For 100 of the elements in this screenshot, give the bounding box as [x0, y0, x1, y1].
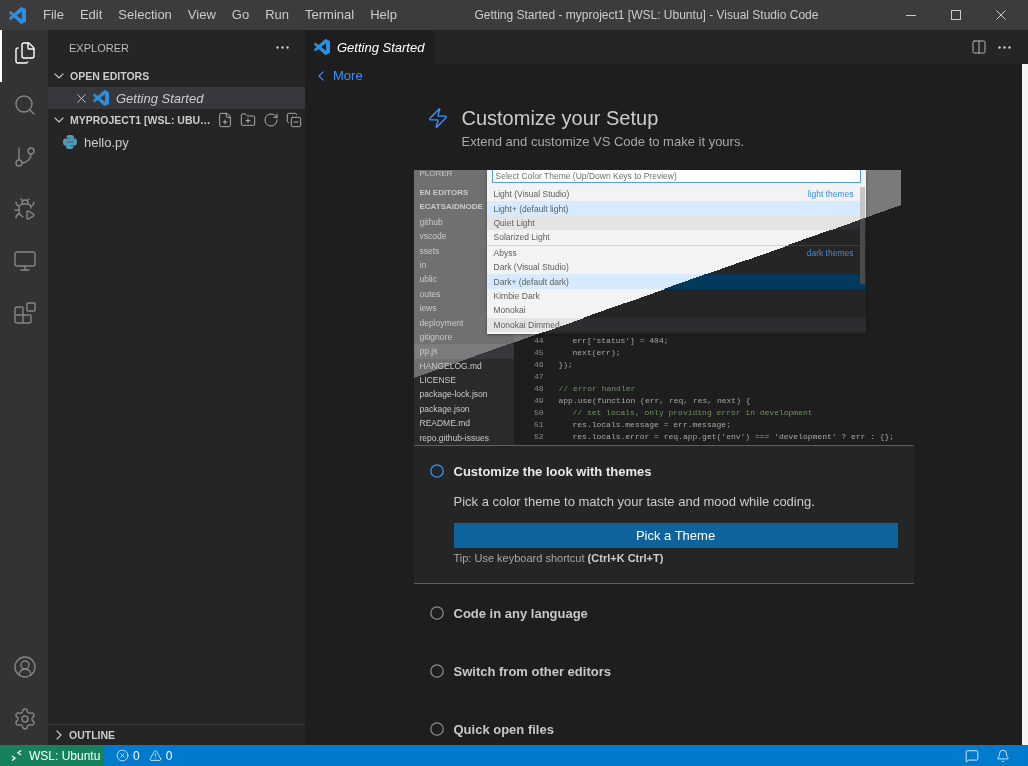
circle-icon[interactable] — [429, 464, 444, 478]
user-circle-icon[interactable] — [13, 655, 37, 679]
section-title[interactable]: OPEN EDITORS — [70, 70, 150, 82]
tree-item: HANGELOG.md — [418, 359, 482, 373]
tree-item: package-lock.json — [418, 388, 488, 402]
branch-icon[interactable] — [13, 145, 37, 169]
code-line: }); — [558, 359, 573, 371]
settings-icon[interactable] — [13, 707, 37, 731]
menu-item[interactable]: File — [35, 0, 72, 30]
remote-indicator[interactable]: WSL: Ubuntu — [0, 745, 104, 766]
step-title[interactable]: Switch from other editors — [453, 663, 611, 679]
sidebar-title: EXPLORER — [69, 41, 129, 54]
menu-item[interactable]: Run — [257, 0, 297, 30]
circle-icon[interactable] — [429, 606, 444, 620]
warning-icon — [148, 749, 162, 762]
open-editor-item[interactable]: Getting Started — [48, 87, 305, 109]
tree-item: outes — [418, 287, 441, 301]
problems-button[interactable]: 0 0 — [104, 745, 173, 766]
menu-item[interactable]: Help — [362, 0, 405, 30]
more-icon[interactable] — [276, 46, 289, 49]
tree-item: deployment — [418, 316, 464, 330]
window-title: Getting Started - myproject1 [WSL: Ubuntu] - Visual Studio Code — [474, 8, 819, 22]
tree-heading: EN EDITORS — [418, 187, 469, 199]
monitor-icon[interactable] — [13, 249, 37, 273]
tree-item[interactable]: hello.py — [48, 131, 305, 153]
tree-item: vscode — [418, 230, 447, 244]
section-title[interactable]: MYPROJECT1 [WSL: UBU… — [70, 114, 211, 126]
close-icon — [995, 10, 1006, 20]
theme-group-label: dark themes — [806, 247, 854, 258]
search-icon[interactable] — [13, 93, 37, 117]
tree-item: iews — [418, 302, 437, 316]
step-title[interactable]: Customize the look with themes — [453, 463, 652, 479]
circle-icon[interactable] — [429, 664, 444, 678]
remote-icon — [11, 750, 22, 761]
tree-item: ublic — [418, 273, 437, 287]
tree-item: LICENSE — [418, 374, 456, 388]
theme-name: Solarized Light — [493, 232, 550, 243]
chevron-left-icon — [318, 70, 324, 81]
theme-name: Quiet Light — [493, 217, 535, 228]
minimize-icon — [905, 14, 916, 16]
line-number: 46 — [532, 359, 544, 371]
tree-heading: ECATSAIDNODE — [418, 201, 483, 214]
tree-item: github — [418, 215, 443, 229]
line-number: 52 — [532, 431, 544, 443]
vscode-logo-icon — [93, 90, 109, 106]
chevron-right-icon[interactable] — [56, 730, 62, 740]
error-icon — [116, 749, 129, 762]
code-line: res.locals.error = req.app.get('env') === 'development' ? err : {}; — [572, 431, 895, 443]
editor-tab[interactable]: Getting Started — [305, 30, 435, 64]
tree-item: pp.js — [413, 344, 514, 359]
theme-group-label: light themes — [807, 189, 854, 200]
code-line: app.use(function (err, req, res, next) { — [558, 395, 751, 407]
menu-item[interactable]: Selection — [110, 0, 180, 30]
theme-name: Abyss — [493, 247, 517, 258]
code-line: next(err); — [572, 347, 621, 359]
new-folder-icon[interactable] — [239, 112, 256, 128]
menu-item[interactable]: View — [179, 0, 224, 30]
theme-search-field[interactable]: Select Color Theme (Up/Down Keys to Preview) — [491, 170, 861, 183]
tree-item: ssets — [418, 244, 440, 258]
maximize-icon — [950, 10, 961, 20]
section-title[interactable]: OUTLINE — [69, 729, 116, 741]
step-title[interactable]: Code in any language — [453, 605, 588, 621]
code-comment: // error handler — [558, 383, 636, 395]
more-icon[interactable] — [998, 45, 1011, 49]
python-icon — [63, 135, 77, 149]
bell-icon[interactable] — [996, 748, 1010, 763]
tree-item: gitignore — [418, 330, 453, 344]
collapse-icon[interactable] — [285, 112, 302, 128]
tree-item: README.md — [418, 417, 471, 431]
line-number: 50 — [532, 407, 544, 419]
more-link[interactable]: More — [318, 68, 363, 83]
lightning-icon — [426, 107, 449, 129]
theme-name: Monokai — [493, 305, 526, 316]
refresh-icon[interactable] — [262, 112, 279, 128]
menu-item[interactable]: Terminal — [297, 0, 363, 30]
theme-name: Light (Visual Studio) — [493, 189, 570, 200]
code-line: res.locals.message = err.message; — [572, 419, 731, 431]
tree-item: in — [418, 258, 427, 272]
new-file-icon[interactable] — [216, 112, 233, 128]
chevron-down-icon[interactable] — [54, 117, 64, 123]
files-icon[interactable] — [13, 41, 37, 65]
line-number: 47 — [532, 371, 544, 383]
line-number: 45 — [532, 347, 544, 359]
chevron-down-icon[interactable] — [54, 73, 64, 79]
menu-item[interactable]: Go — [223, 0, 258, 30]
speech-bubble-icon[interactable] — [965, 748, 979, 763]
step-title[interactable]: Quick open files — [453, 721, 554, 737]
pick-theme-button[interactable]: Pick a Theme — [453, 523, 898, 548]
menu-item[interactable]: Edit — [71, 0, 111, 30]
theme-name: Dark+ (default dark) — [493, 276, 569, 287]
code-line: err['status'] = 404; — [572, 335, 669, 347]
blocks-icon[interactable] — [13, 301, 37, 325]
bug-play-icon[interactable] — [13, 197, 37, 221]
close-icon[interactable] — [77, 93, 86, 103]
vscode-logo-icon — [9, 6, 26, 24]
theme-name: Light+ (default light) — [493, 203, 569, 214]
circle-icon[interactable] — [429, 722, 444, 736]
line-number: 51 — [532, 419, 544, 431]
split-editor-icon[interactable] — [971, 39, 987, 55]
step-description: Pick a color theme to match your taste and mood while coding. — [453, 493, 815, 511]
